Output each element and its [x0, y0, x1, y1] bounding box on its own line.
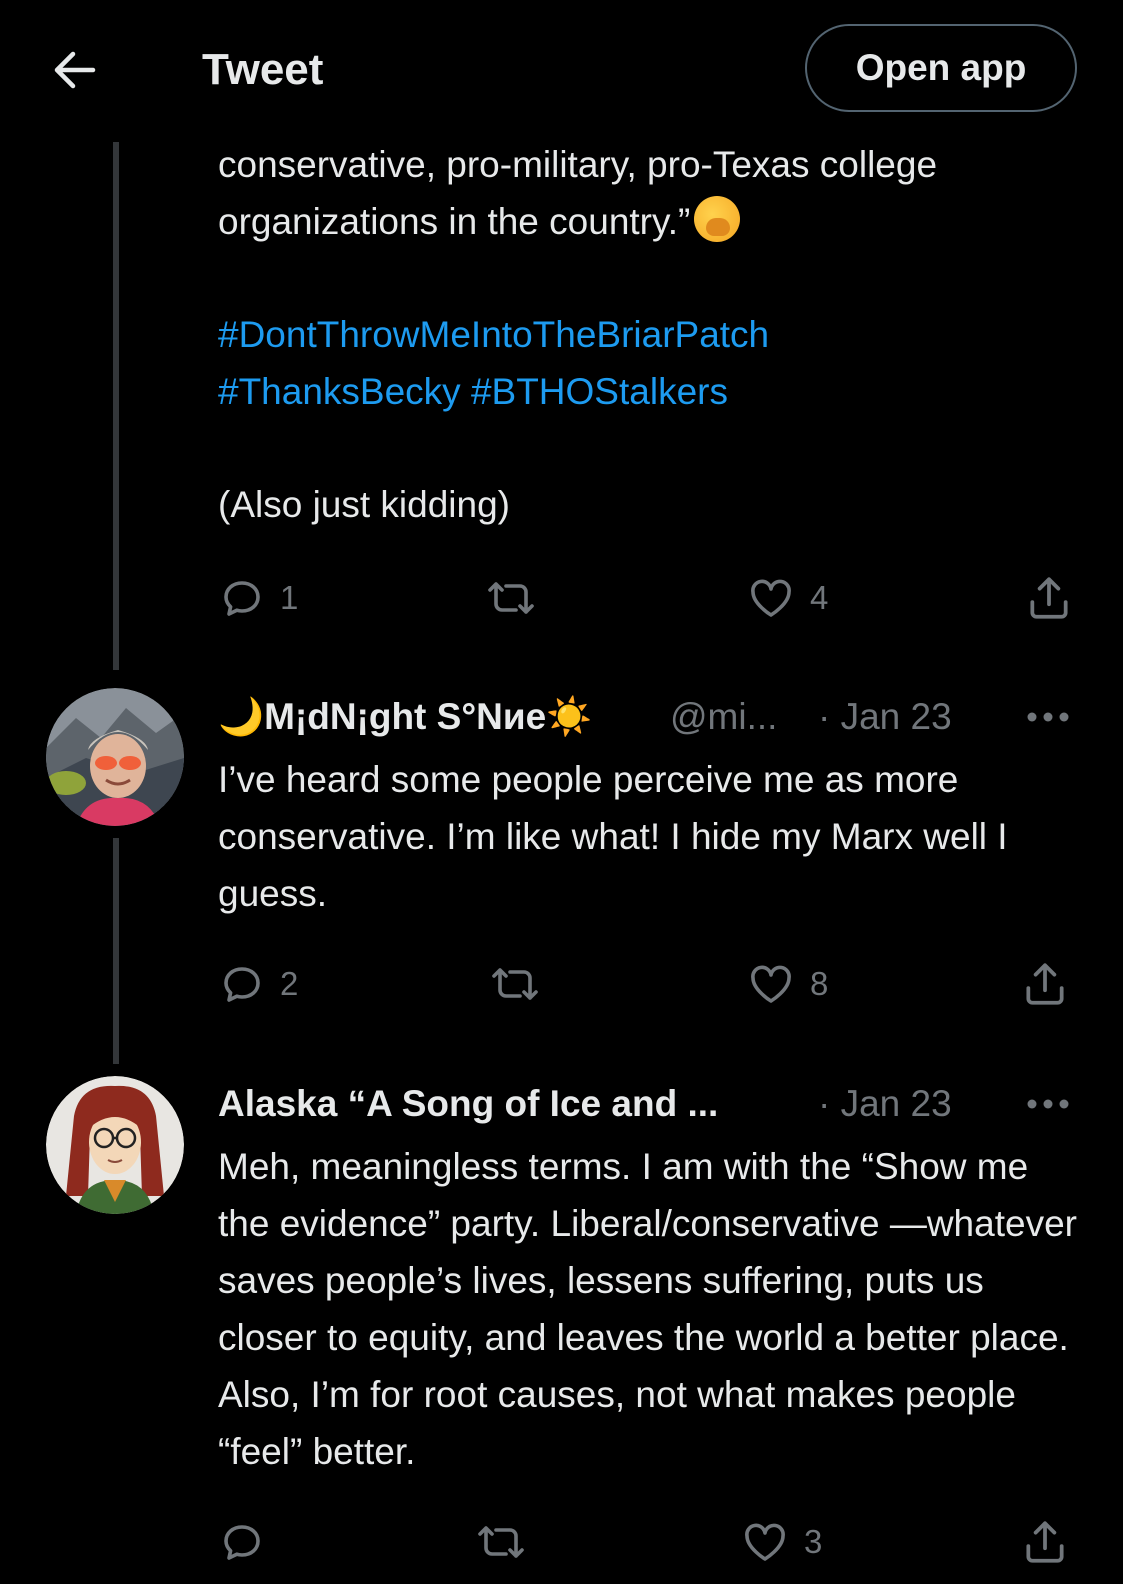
- tweet-timestamp[interactable]: · Jan 23: [818, 687, 952, 747]
- display-name[interactable]: 🌙M¡dN¡ght S°Nиe☀️: [218, 687, 592, 747]
- tweet-thread-screen: conservative, pro-military, pro-Texas co…: [0, 0, 1123, 1584]
- more-icon: [1027, 1099, 1069, 1109]
- hand-over-mouth-emoji-icon: [694, 196, 741, 242]
- reply-icon: [218, 960, 266, 1008]
- retweet-icon: [488, 960, 542, 1008]
- avatar[interactable]: [46, 1076, 184, 1214]
- tweet-text: Meh, meaningless terms. I am with the “S…: [218, 1146, 1077, 1472]
- retweet-button[interactable]: [488, 954, 542, 1014]
- hashtag-link[interactable]: #DontThrowMeIntoTheBriarPatch: [218, 314, 769, 355]
- tweet-text-line: organizations in the country.”: [218, 201, 691, 242]
- share-button[interactable]: [1020, 1512, 1070, 1572]
- reply-button[interactable]: 1: [218, 568, 298, 628]
- top-navigation-bar: Tweet Open app: [0, 0, 1123, 142]
- like-button[interactable]: 3: [740, 1512, 822, 1572]
- hashtag-link[interactable]: #ThanksBecky: [218, 371, 461, 412]
- thread-line: [113, 142, 119, 670]
- tweet-timestamp[interactable]: · Jan 23: [818, 1074, 952, 1134]
- like-count: 4: [810, 579, 829, 616]
- tweet-text: (Also just kidding): [218, 484, 511, 525]
- more-options-button[interactable]: [1018, 687, 1078, 747]
- open-app-button[interactable]: Open app: [805, 24, 1077, 112]
- back-arrow-icon: [54, 51, 96, 89]
- like-button[interactable]: 8: [746, 954, 828, 1014]
- share-icon: [1020, 959, 1070, 1009]
- display-name[interactable]: Alaska “A Song of Ice and ...: [218, 1074, 718, 1134]
- tweet-actions: 2 8: [218, 954, 1078, 1014]
- retweet-icon: [474, 1518, 528, 1566]
- share-icon: [1020, 1517, 1070, 1567]
- tweet-actions: 1 4: [218, 568, 1078, 628]
- thread-line: [113, 838, 119, 1064]
- more-options-button[interactable]: [1018, 1074, 1078, 1134]
- tweet-text: I’ve heard some people perceive me as mo…: [218, 759, 1008, 914]
- share-icon: [1024, 573, 1074, 623]
- reply-icon: [218, 1518, 266, 1566]
- more-icon: [1027, 712, 1069, 722]
- share-button[interactable]: [1024, 568, 1074, 628]
- share-button[interactable]: [1020, 954, 1070, 1014]
- tweet-header: Alaska “A Song of Ice and ... · Jan 23: [218, 1074, 1078, 1134]
- avatar[interactable]: [46, 688, 184, 826]
- reply-count: 2: [280, 965, 299, 1002]
- heart-icon: [740, 1518, 790, 1566]
- like-count: 3: [804, 1523, 823, 1560]
- reply-button[interactable]: [218, 1512, 266, 1572]
- tweet-text-line: conservative, pro-military, pro-Texas co…: [218, 144, 938, 185]
- tweet-hashtags: #DontThrowMeIntoTheBriarPatch #ThanksBec…: [218, 306, 1078, 420]
- like-count: 8: [810, 965, 829, 1002]
- tweet-actions: 3: [218, 1512, 1078, 1572]
- heart-icon: [746, 574, 796, 622]
- hashtag-link[interactable]: #BTHOStalkers: [471, 371, 728, 412]
- tweet-header: 🌙M¡dN¡ght S°Nиe☀️ @mi... · Jan 23: [218, 687, 1078, 747]
- back-button[interactable]: [44, 40, 104, 100]
- reply-icon: [218, 574, 266, 622]
- user-handle[interactable]: @mi...: [670, 687, 777, 747]
- retweet-icon: [484, 574, 538, 622]
- retweet-button[interactable]: [474, 1512, 528, 1572]
- reply-button[interactable]: 2: [218, 954, 298, 1014]
- heart-icon: [746, 960, 796, 1008]
- page-title: Tweet: [202, 45, 324, 94]
- tweet-text: conservative, pro-military, pro-Texas co…: [218, 136, 1078, 250]
- like-button[interactable]: 4: [746, 568, 828, 628]
- retweet-button[interactable]: [484, 568, 538, 628]
- reply-count: 1: [280, 579, 299, 616]
